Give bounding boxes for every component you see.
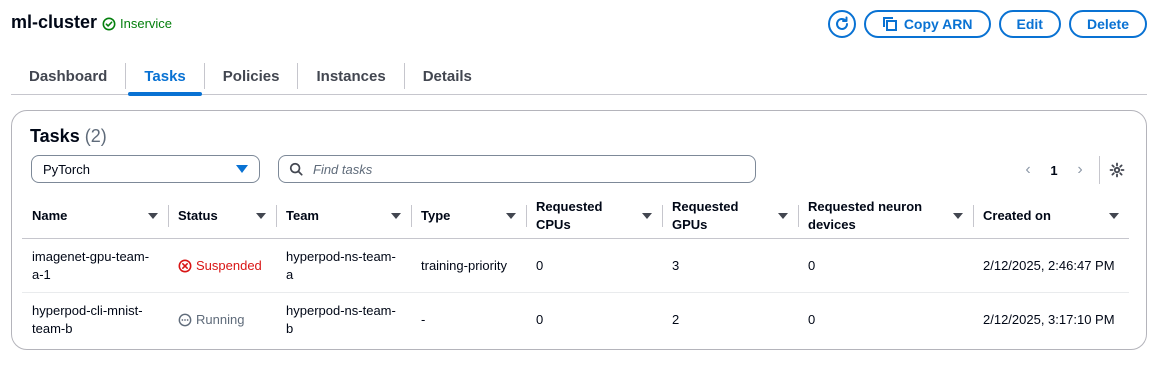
next-page-button[interactable]: › xyxy=(1067,157,1093,183)
framework-filter-value: PyTorch xyxy=(43,161,90,177)
table-header-row: Name Status Team Type Requested CPUs Req… xyxy=(22,193,1129,239)
column-header-status[interactable]: Status xyxy=(168,193,276,238)
pager-divider xyxy=(1099,156,1100,184)
page-header: ml-cluster Inservice Copy ARN Edit Delet… xyxy=(11,10,1147,38)
prev-page-button[interactable]: ‹ xyxy=(1015,157,1041,183)
gear-icon xyxy=(1109,162,1125,178)
delete-label: Delete xyxy=(1086,16,1129,32)
tab-bar: Dashboard Tasks Policies Instances Detai… xyxy=(11,58,1147,96)
column-header-neuron[interactable]: Requested neuron devices xyxy=(798,193,973,238)
column-header-team[interactable]: Team xyxy=(276,193,411,238)
cell-status: Suspended xyxy=(168,239,276,292)
cluster-status: Inservice xyxy=(102,16,172,31)
column-header-cpus[interactable]: Requested CPUs xyxy=(526,193,662,238)
cell-type: - xyxy=(421,312,426,327)
table-row[interactable]: hyperpod-cli-mnist-team-b Running hyperp… xyxy=(22,293,1129,347)
column-header-created[interactable]: Created on xyxy=(973,193,1129,238)
column-header-name[interactable]: Name xyxy=(22,193,168,238)
column-header-label: Requested neuron devices xyxy=(808,198,923,232)
column-header-gpus[interactable]: Requested GPUs xyxy=(662,193,798,238)
framework-filter-select[interactable]: PyTorch xyxy=(31,155,260,183)
sort-icon xyxy=(642,212,652,219)
check-circle-icon xyxy=(102,17,116,30)
copy-arn-button[interactable]: Copy ARN xyxy=(863,10,991,38)
copy-arn-label: Copy ARN xyxy=(903,16,973,32)
refresh-icon xyxy=(835,16,848,30)
cell-neuron: 0 xyxy=(808,257,816,273)
status-label: Suspended xyxy=(196,257,262,273)
column-header-label: Requested CPUs xyxy=(536,198,603,232)
column-header-label: Name xyxy=(32,207,68,223)
tab-details[interactable]: Details xyxy=(405,58,490,95)
cell-cpus: 0 xyxy=(536,312,544,327)
cell-gpus: 3 xyxy=(672,257,680,273)
copy-icon xyxy=(882,17,897,31)
delete-button[interactable]: Delete xyxy=(1068,10,1147,38)
chevron-left-icon: ‹ xyxy=(1025,161,1031,178)
sort-icon xyxy=(391,212,401,219)
refresh-button[interactable] xyxy=(827,10,856,38)
cell-neuron: 0 xyxy=(808,312,816,327)
cell-team: hyperpod-ns-team-b xyxy=(286,303,396,336)
table-row[interactable]: imagenet-gpu-team-a-1 Suspended hyperpod… xyxy=(22,239,1129,293)
column-header-label: Team xyxy=(286,207,319,223)
column-header-label: Type xyxy=(421,207,451,223)
tasks-table: Name Status Team Type Requested CPUs Req… xyxy=(22,193,1129,347)
column-header-label: Requested GPUs xyxy=(672,198,739,232)
cell-type: training-priority xyxy=(421,257,507,273)
status-badge: Suspended xyxy=(178,257,268,275)
task-count: (2) xyxy=(84,126,107,146)
cell-cpus: 0 xyxy=(536,257,544,273)
x-circle-icon xyxy=(178,259,192,272)
cell-name: hyperpod-cli-mnist-team-b xyxy=(32,303,143,336)
sort-icon xyxy=(506,212,516,219)
cluster-status-label: Inservice xyxy=(120,16,173,31)
pagination: ‹ 1 › xyxy=(1015,155,1126,185)
search-input[interactable] xyxy=(311,160,731,178)
sort-icon xyxy=(778,212,788,219)
column-header-label: Created on xyxy=(983,207,1051,223)
sort-icon xyxy=(256,212,266,219)
sort-desc-icon xyxy=(148,212,158,219)
sort-icon xyxy=(1109,212,1119,219)
tab-tasks[interactable]: Tasks xyxy=(126,58,203,96)
current-page[interactable]: 1 xyxy=(1041,163,1067,178)
panel-title-text: Tasks xyxy=(30,126,80,146)
search-icon xyxy=(289,162,303,176)
cell-gpus: 2 xyxy=(672,312,680,327)
tab-dashboard[interactable]: Dashboard xyxy=(11,58,125,95)
column-header-label: Status xyxy=(178,207,218,223)
tab-instances[interactable]: Instances xyxy=(298,58,403,95)
ellipsis-circle-icon xyxy=(178,313,192,327)
table-settings-button[interactable] xyxy=(1108,161,1126,179)
page-title: ml-cluster xyxy=(11,12,98,32)
cell-team: hyperpod-ns-team-a xyxy=(286,248,396,282)
column-header-type[interactable]: Type xyxy=(411,193,526,238)
cell-created: 2/12/2025, 3:17:10 PM xyxy=(983,312,1115,327)
header-actions: Copy ARN Edit Delete xyxy=(827,10,1147,38)
cell-created: 2/12/2025, 2:46:47 PM xyxy=(983,257,1115,273)
sort-icon xyxy=(953,212,963,219)
status-badge: Running xyxy=(178,311,244,329)
search-field[interactable] xyxy=(278,155,756,183)
status-label: Running xyxy=(196,312,245,327)
tasks-panel: Tasks (2) PyTorch ‹ 1 › Name Status Team… xyxy=(11,110,1147,350)
cell-status: Running xyxy=(168,293,276,347)
chevron-right-icon: › xyxy=(1077,161,1083,178)
panel-title: Tasks (2) xyxy=(30,126,107,147)
cell-name: imagenet-gpu-team-a-1 xyxy=(32,248,150,282)
tab-policies[interactable]: Policies xyxy=(205,58,298,95)
edit-button[interactable]: Edit xyxy=(998,10,1061,38)
edit-label: Edit xyxy=(1016,16,1043,32)
caret-down-icon xyxy=(236,165,248,173)
